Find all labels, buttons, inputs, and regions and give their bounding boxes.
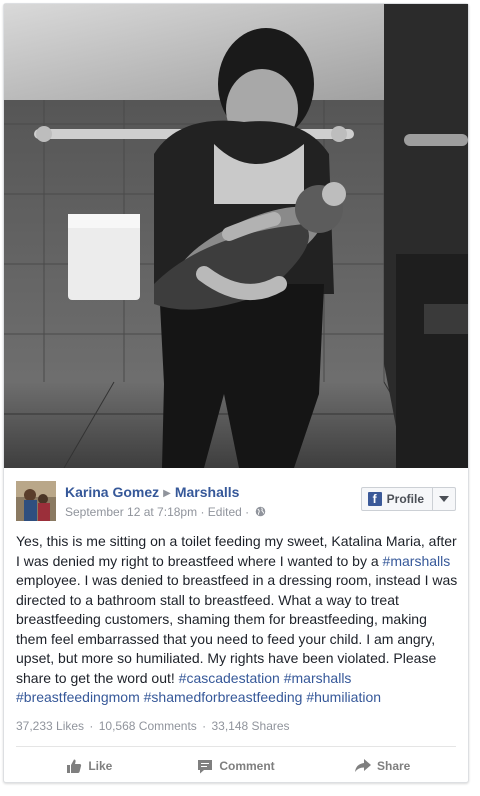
profile-button-main[interactable]: f Profile <box>362 488 433 510</box>
hashtag-link[interactable]: #shamedforbreastfeeding <box>144 689 303 705</box>
meta-separator: · <box>200 505 205 519</box>
likes-count[interactable]: 37,233 Likes <box>16 719 84 733</box>
target-page-name[interactable]: Marshalls <box>175 484 240 500</box>
post-actions: Like Comment Share <box>16 749 456 783</box>
profile-button[interactable]: f Profile <box>360 487 456 511</box>
author-name[interactable]: Karina Gomez <box>65 484 159 500</box>
action-divider <box>16 746 456 747</box>
post-header: Karina Gomez ▶ Marshalls September 12 at 7… <box>16 481 456 525</box>
comments-count[interactable]: 10,568 Comments <box>99 719 197 733</box>
stats-separator: · <box>202 719 207 733</box>
share-label: Share <box>377 759 411 773</box>
post-card: Karina Gomez ▶ Marshalls September 12 at 7… <box>3 3 469 783</box>
speech-bubble-icon <box>198 759 213 773</box>
comment-label: Comment <box>219 759 275 773</box>
share-button[interactable]: Share <box>309 749 456 783</box>
hashtag-link[interactable]: #breastfeedingmom <box>16 689 140 705</box>
comment-button[interactable]: Comment <box>163 749 310 783</box>
post-body: Yes, this is me sitting on a toilet feed… <box>16 532 460 708</box>
profile-dropdown-button[interactable] <box>433 488 455 510</box>
post-stats: 37,233 Likes · 10,568 Comments · 33,148 … <box>16 719 290 733</box>
post-photo[interactable] <box>4 4 468 468</box>
facebook-f-icon: f <box>367 492 382 506</box>
post-timestamp[interactable]: September 12 at 7:18pm <box>65 505 197 519</box>
profile-button-label: Profile <box>386 492 424 506</box>
like-button[interactable]: Like <box>16 749 163 783</box>
hashtag-link[interactable]: #marshalls <box>383 553 451 569</box>
hashtag-link[interactable]: #cascadestation <box>179 670 280 686</box>
post-author-line: Karina Gomez ▶ Marshalls <box>65 484 239 500</box>
edited-label[interactable]: Edited <box>208 505 242 519</box>
hashtag-link[interactable]: #humiliation <box>306 689 381 705</box>
hashtag-link[interactable]: #marshalls <box>284 670 352 686</box>
like-label: Like <box>88 759 113 773</box>
chevron-down-icon <box>439 496 449 502</box>
share-arrow-icon <box>355 759 371 772</box>
globe-icon[interactable] <box>255 506 266 520</box>
stats-separator: · <box>89 719 94 733</box>
post-body-text: employee. I was denied to breastfeed in … <box>16 572 458 686</box>
photo-illustration <box>4 4 468 468</box>
avatar[interactable] <box>16 481 56 521</box>
post-meta: September 12 at 7:18pm · Edited · <box>65 505 266 520</box>
shares-count[interactable]: 33,148 Shares <box>212 719 290 733</box>
meta-separator: · <box>245 505 250 519</box>
triangle-right-icon: ▶ <box>163 488 171 499</box>
thumbs-up-icon <box>67 759 82 773</box>
